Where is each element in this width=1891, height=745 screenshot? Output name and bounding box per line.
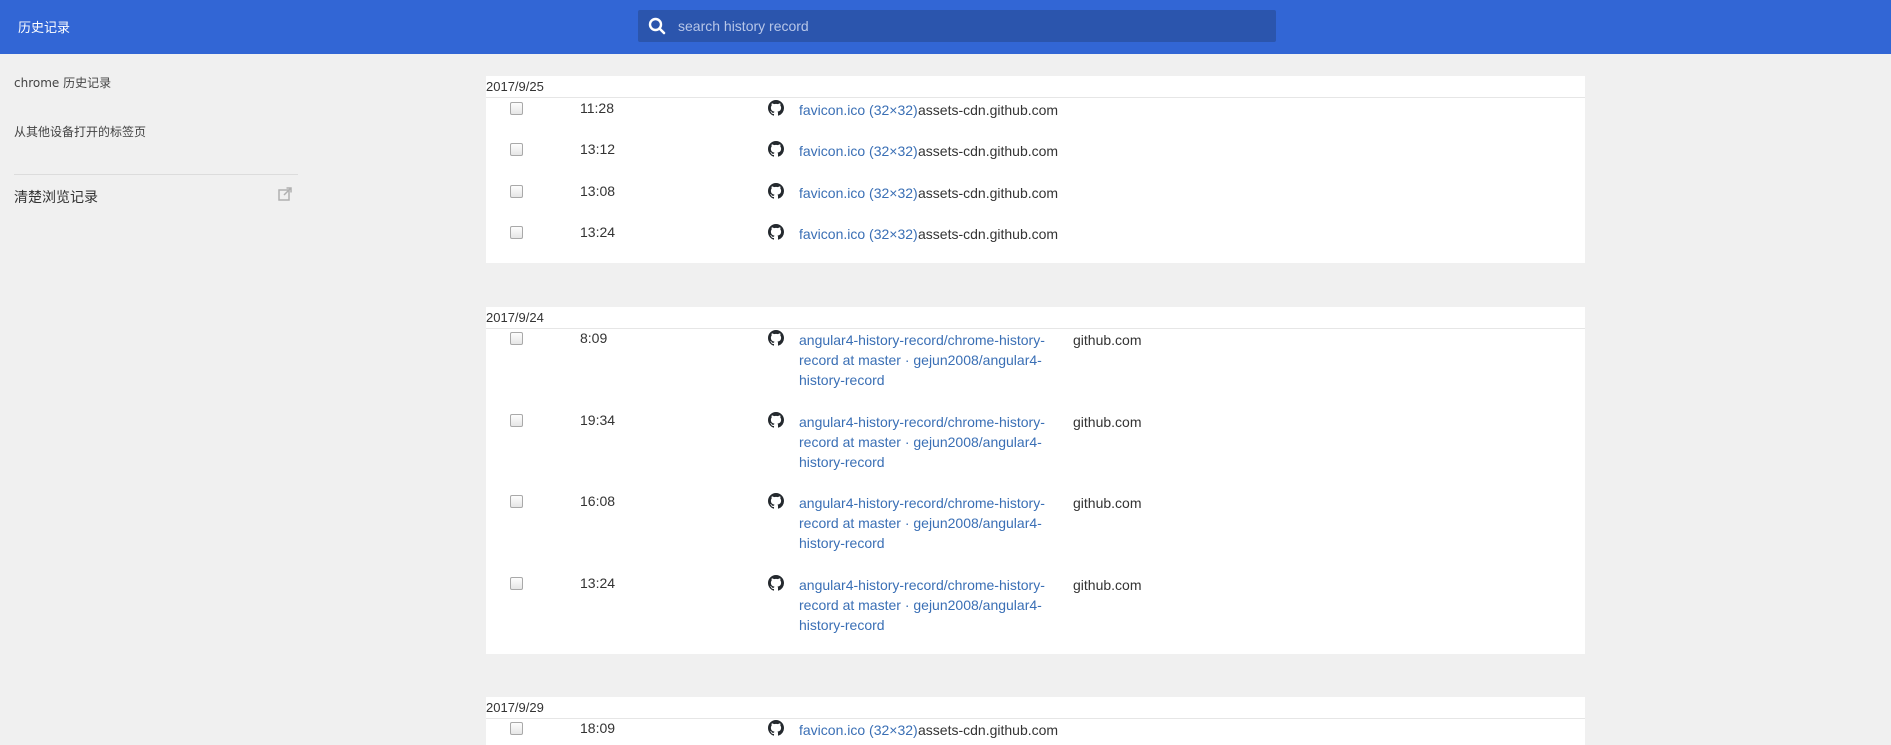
entry-domain: github.com — [1073, 332, 1142, 348]
history-entry: 13:12 favicon.ico (32×32) assets-cdn.git… — [486, 141, 1585, 161]
entry-title-link[interactable]: favicon.ico (32×32) — [799, 183, 918, 203]
app-title: 历史记录 — [18, 21, 71, 36]
github-icon — [768, 141, 784, 157]
sidebar-item-other-devices[interactable]: 从其他设备打开的标签页 — [14, 123, 146, 140]
history-group: 2017/9/24 8:09 angular4-history-record/c… — [486, 307, 1585, 654]
sidebar-divider — [14, 174, 298, 175]
entry-domain: github.com — [1073, 577, 1142, 593]
entry-time: 13:24 — [580, 575, 616, 591]
github-icon — [768, 224, 784, 240]
github-icon — [768, 100, 784, 116]
entry-checkbox[interactable] — [510, 185, 523, 198]
entry-time: 11:28 — [580, 100, 614, 116]
history-group: 2017/9/29 18:09 favicon.ico (32×32) asse… — [486, 697, 1585, 745]
entry-domain: assets-cdn.github.com — [918, 102, 1059, 118]
entry-title-link[interactable]: favicon.ico (32×32) — [799, 100, 918, 120]
entry-domain: assets-cdn.github.com — [918, 722, 1059, 738]
history-entry: 8:09 angular4-history-record/chrome-hist… — [486, 330, 1585, 392]
entry-title-link[interactable]: favicon.ico (32×32) — [799, 720, 918, 740]
entry-time: 13:12 — [580, 141, 616, 157]
history-entry: 13:08 favicon.ico (32×32) assets-cdn.git… — [486, 183, 1585, 203]
github-icon — [768, 330, 784, 346]
github-icon — [768, 493, 784, 509]
github-icon — [768, 412, 784, 428]
entry-title-link[interactable]: angular4-history-record/chrome-history-r… — [799, 330, 1059, 390]
group-date: 2017/9/29 — [486, 697, 1585, 719]
history-entry: 11:28 favicon.ico (32×32) assets-cdn.git… — [486, 100, 1585, 120]
github-icon — [768, 183, 784, 199]
entry-title-link[interactable]: angular4-history-record/chrome-history-r… — [799, 575, 1059, 635]
entry-title-link[interactable]: favicon.ico (32×32) — [799, 224, 918, 244]
entry-checkbox[interactable] — [510, 577, 523, 590]
entry-time: 13:08 — [580, 183, 616, 199]
search-box[interactable] — [638, 10, 1276, 42]
entry-checkbox[interactable] — [510, 332, 523, 345]
entry-domain: github.com — [1073, 414, 1142, 430]
entry-domain: assets-cdn.github.com — [918, 226, 1059, 242]
history-entry: 19:34 angular4-history-record/chrome-his… — [486, 412, 1585, 474]
group-date: 2017/9/24 — [486, 307, 1585, 329]
history-entry: 18:09 favicon.ico (32×32) assets-cdn.git… — [486, 720, 1585, 740]
header-bar: 历史记录 — [0, 0, 1891, 54]
entry-time: 8:09 — [580, 330, 608, 346]
entry-checkbox[interactable] — [510, 722, 523, 735]
history-group: 2017/9/25 11:28 favicon.ico (32×32) asse… — [486, 76, 1585, 263]
entry-time: 19:34 — [580, 412, 616, 428]
entry-checkbox[interactable] — [510, 102, 523, 115]
sidebar-item-chrome-history[interactable]: chrome 历史记录 — [14, 74, 111, 91]
search-input[interactable] — [678, 10, 1268, 42]
entry-domain: assets-cdn.github.com — [918, 185, 1059, 201]
clear-browsing-data-button[interactable]: 清楚浏览记录 — [14, 187, 98, 207]
history-entry: 13:24 angular4-history-record/chrome-his… — [486, 575, 1585, 637]
entry-checkbox[interactable] — [510, 414, 523, 427]
entry-checkbox[interactable] — [510, 495, 523, 508]
entry-title-link[interactable]: angular4-history-record/chrome-history-r… — [799, 493, 1059, 553]
external-link-icon[interactable] — [278, 187, 292, 201]
search-icon — [648, 17, 666, 35]
entry-checkbox[interactable] — [510, 226, 523, 239]
entry-checkbox[interactable] — [510, 143, 523, 156]
entry-domain: github.com — [1073, 495, 1142, 511]
entry-domain: assets-cdn.github.com — [918, 143, 1059, 159]
entry-title-link[interactable]: favicon.ico (32×32) — [799, 141, 918, 161]
history-entry: 13:24 favicon.ico (32×32) assets-cdn.git… — [486, 224, 1585, 244]
entry-title-link[interactable]: angular4-history-record/chrome-history-r… — [799, 412, 1059, 472]
group-date: 2017/9/25 — [486, 76, 1585, 98]
history-entry: 16:08 angular4-history-record/chrome-his… — [486, 493, 1585, 555]
entry-time: 13:24 — [580, 224, 616, 240]
github-icon — [768, 720, 784, 736]
entry-time: 18:09 — [580, 720, 616, 736]
github-icon — [768, 575, 784, 591]
entry-time: 16:08 — [580, 493, 616, 509]
